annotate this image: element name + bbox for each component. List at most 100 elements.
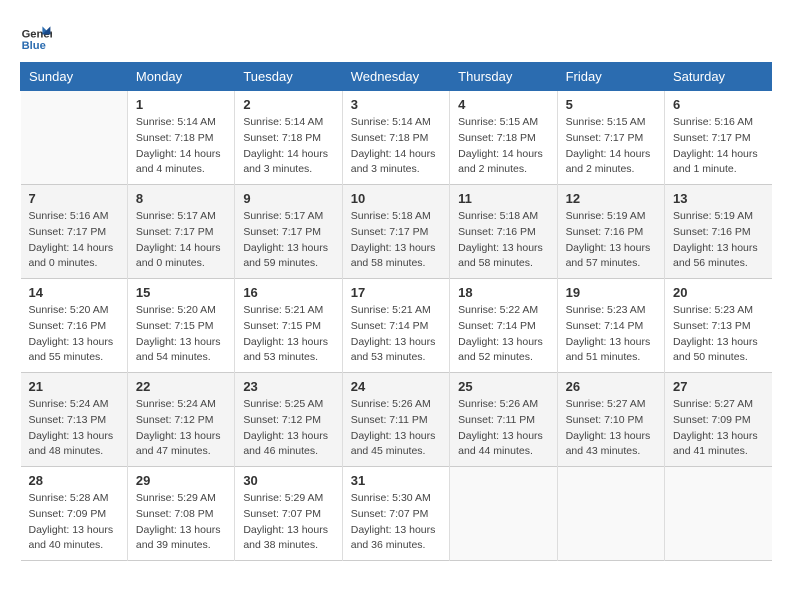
day-info: Sunrise: 5:29 AM Sunset: 7:07 PM Dayligh… [243,491,333,554]
day-info: Sunrise: 5:22 AM Sunset: 7:14 PM Dayligh… [458,303,548,366]
calendar-week-row: 28 Sunrise: 5:28 AM Sunset: 7:09 PM Dayli… [21,467,772,561]
header-cell-tuesday: Tuesday [235,63,342,91]
day-number: 25 [458,379,548,394]
day-number: 15 [136,285,226,300]
day-info: Sunrise: 5:23 AM Sunset: 7:14 PM Dayligh… [566,303,656,366]
calendar-cell: 30 Sunrise: 5:29 AM Sunset: 7:07 PM Dayli… [235,467,342,561]
day-number: 29 [136,473,226,488]
calendar-header-row: SundayMondayTuesdayWednesdayThursdayFrid… [21,63,772,91]
header-cell-sunday: Sunday [21,63,128,91]
day-info: Sunrise: 5:26 AM Sunset: 7:11 PM Dayligh… [351,397,441,460]
day-info: Sunrise: 5:26 AM Sunset: 7:11 PM Dayligh… [458,397,548,460]
day-number: 12 [566,191,656,206]
day-number: 10 [351,191,441,206]
calendar-cell: 20 Sunrise: 5:23 AM Sunset: 7:13 PM Dayli… [665,279,772,373]
calendar-cell: 5Sunrise: 5:15 AM Sunset: 7:17 PM Daylig… [557,91,664,185]
header-cell-friday: Friday [557,63,664,91]
logo-icon: General Blue [20,20,52,52]
day-info: Sunrise: 5:24 AM Sunset: 7:13 PM Dayligh… [29,397,119,460]
day-info: Sunrise: 5:18 AM Sunset: 7:17 PM Dayligh… [351,209,441,272]
day-info: Sunrise: 5:16 AM Sunset: 7:17 PM Dayligh… [29,209,119,272]
day-number: 16 [243,285,333,300]
day-number: 13 [673,191,763,206]
calendar-cell: 31 Sunrise: 5:30 AM Sunset: 7:07 PM Dayli… [342,467,449,561]
calendar-cell: 26 Sunrise: 5:27 AM Sunset: 7:10 PM Dayli… [557,373,664,467]
calendar-cell: 16 Sunrise: 5:21 AM Sunset: 7:15 PM Dayli… [235,279,342,373]
day-number: 30 [243,473,333,488]
svg-text:Blue: Blue [22,40,46,52]
calendar-cell: 27 Sunrise: 5:27 AM Sunset: 7:09 PM Dayli… [665,373,772,467]
day-info: Sunrise: 5:18 AM Sunset: 7:16 PM Dayligh… [458,209,548,272]
day-number: 9 [243,191,333,206]
day-number: 26 [566,379,656,394]
calendar-cell [450,467,557,561]
day-number: 18 [458,285,548,300]
calendar-cell: 10 Sunrise: 5:18 AM Sunset: 7:17 PM Dayli… [342,185,449,279]
day-number: 6 [673,97,763,112]
day-info: Sunrise: 5:24 AM Sunset: 7:12 PM Dayligh… [136,397,226,460]
day-number: 24 [351,379,441,394]
calendar-cell [665,467,772,561]
logo: General Blue [20,20,60,52]
day-number: 7 [29,191,119,206]
day-number: 4 [458,97,548,112]
day-number: 2 [243,97,333,112]
day-info: Sunrise: 5:20 AM Sunset: 7:16 PM Dayligh… [29,303,119,366]
day-info: Sunrise: 5:21 AM Sunset: 7:14 PM Dayligh… [351,303,441,366]
day-info: Sunrise: 5:27 AM Sunset: 7:09 PM Dayligh… [673,397,763,460]
calendar-week-row: 7 Sunrise: 5:16 AM Sunset: 7:17 PM Daylig… [21,185,772,279]
calendar-cell: 1Sunrise: 5:14 AM Sunset: 7:18 PM Daylig… [127,91,234,185]
calendar-week-row: 21 Sunrise: 5:24 AM Sunset: 7:13 PM Dayli… [21,373,772,467]
calendar-cell: 11 Sunrise: 5:18 AM Sunset: 7:16 PM Dayli… [450,185,557,279]
calendar-cell: 3 Sunrise: 5:14 AM Sunset: 7:18 PM Daylig… [342,91,449,185]
day-info: Sunrise: 5:28 AM Sunset: 7:09 PM Dayligh… [29,491,119,554]
day-number: 28 [29,473,119,488]
day-info: Sunrise: 5:20 AM Sunset: 7:15 PM Dayligh… [136,303,226,366]
day-info: Sunrise: 5:19 AM Sunset: 7:16 PM Dayligh… [566,209,656,272]
calendar-week-row: 14Sunrise: 5:20 AM Sunset: 7:16 PM Dayli… [21,279,772,373]
calendar-cell: 23 Sunrise: 5:25 AM Sunset: 7:12 PM Dayli… [235,373,342,467]
calendar-cell: 7 Sunrise: 5:16 AM Sunset: 7:17 PM Daylig… [21,185,128,279]
day-info: Sunrise: 5:17 AM Sunset: 7:17 PM Dayligh… [136,209,226,272]
calendar-cell [557,467,664,561]
calendar-cell: 18 Sunrise: 5:22 AM Sunset: 7:14 PM Dayli… [450,279,557,373]
day-number: 19 [566,285,656,300]
header-cell-monday: Monday [127,63,234,91]
day-number: 11 [458,191,548,206]
day-number: 31 [351,473,441,488]
day-info: Sunrise: 5:25 AM Sunset: 7:12 PM Dayligh… [243,397,333,460]
calendar-cell: 25 Sunrise: 5:26 AM Sunset: 7:11 PM Dayli… [450,373,557,467]
day-number: 20 [673,285,763,300]
day-number: 3 [351,97,441,112]
calendar-cell: 29 Sunrise: 5:29 AM Sunset: 7:08 PM Dayli… [127,467,234,561]
day-number: 21 [29,379,119,394]
calendar-table: SundayMondayTuesdayWednesdayThursdayFrid… [20,62,772,561]
calendar-cell: 9 Sunrise: 5:17 AM Sunset: 7:17 PM Daylig… [235,185,342,279]
day-info: Sunrise: 5:16 AM Sunset: 7:17 PM Dayligh… [673,115,763,178]
calendar-cell: 8Sunrise: 5:17 AM Sunset: 7:17 PM Daylig… [127,185,234,279]
day-info: Sunrise: 5:14 AM Sunset: 7:18 PM Dayligh… [351,115,441,178]
calendar-cell: 14Sunrise: 5:20 AM Sunset: 7:16 PM Dayli… [21,279,128,373]
calendar-cell: 24 Sunrise: 5:26 AM Sunset: 7:11 PM Dayli… [342,373,449,467]
day-info: Sunrise: 5:23 AM Sunset: 7:13 PM Dayligh… [673,303,763,366]
calendar-cell: 2 Sunrise: 5:14 AM Sunset: 7:18 PM Daylig… [235,91,342,185]
calendar-cell: 13 Sunrise: 5:19 AM Sunset: 7:16 PM Dayli… [665,185,772,279]
calendar-cell: 28 Sunrise: 5:28 AM Sunset: 7:09 PM Dayli… [21,467,128,561]
day-number: 27 [673,379,763,394]
day-info: Sunrise: 5:15 AM Sunset: 7:18 PM Dayligh… [458,115,548,178]
day-info: Sunrise: 5:17 AM Sunset: 7:17 PM Dayligh… [243,209,333,272]
day-number: 23 [243,379,333,394]
day-info: Sunrise: 5:30 AM Sunset: 7:07 PM Dayligh… [351,491,441,554]
day-info: Sunrise: 5:19 AM Sunset: 7:16 PM Dayligh… [673,209,763,272]
day-info: Sunrise: 5:27 AM Sunset: 7:10 PM Dayligh… [566,397,656,460]
header-cell-thursday: Thursday [450,63,557,91]
day-info: Sunrise: 5:21 AM Sunset: 7:15 PM Dayligh… [243,303,333,366]
day-info: Sunrise: 5:14 AM Sunset: 7:18 PM Dayligh… [243,115,333,178]
calendar-cell: 12 Sunrise: 5:19 AM Sunset: 7:16 PM Dayli… [557,185,664,279]
calendar-week-row: 1Sunrise: 5:14 AM Sunset: 7:18 PM Daylig… [21,91,772,185]
day-number: 22 [136,379,226,394]
header-cell-wednesday: Wednesday [342,63,449,91]
calendar-cell: 19 Sunrise: 5:23 AM Sunset: 7:14 PM Dayli… [557,279,664,373]
day-info: Sunrise: 5:29 AM Sunset: 7:08 PM Dayligh… [136,491,226,554]
day-number: 5 [566,97,656,112]
